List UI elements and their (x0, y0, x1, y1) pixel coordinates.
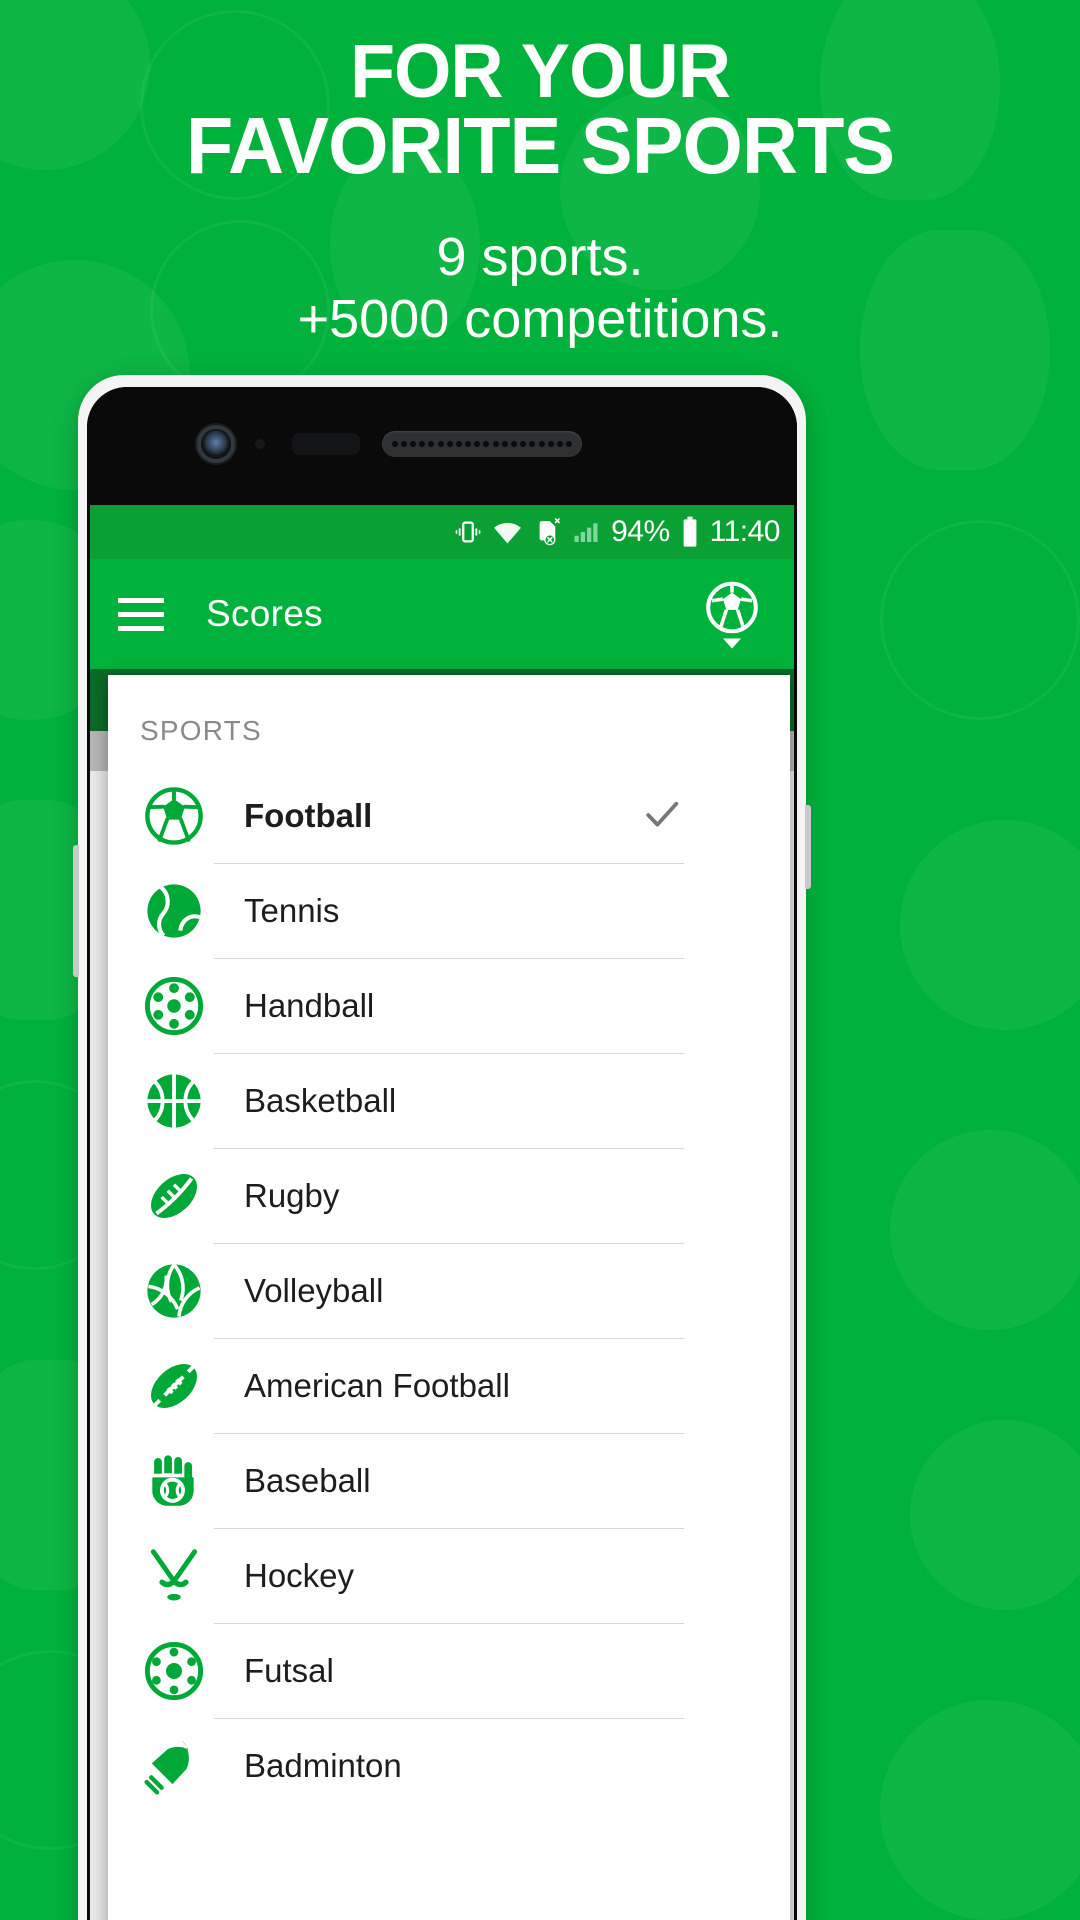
tennis-ball-icon (140, 877, 208, 945)
sport-label: Volleyball (244, 1272, 384, 1309)
status-bar-clock: 11:40 (709, 515, 781, 548)
promo-subtitle-line2: +5000 competitions. (297, 289, 783, 350)
basketball-icon (140, 1067, 208, 1135)
promo-headline: FOR YOUR FAVORITE SPORTS (16, 0, 1064, 191)
vibrate-icon (453, 517, 483, 547)
sports-list: Football Tennis Handball Basketball Rugby Vol… (108, 769, 790, 1813)
promo-headline-line1: FOR YOUR (350, 29, 731, 114)
front-camera-icon (201, 429, 231, 459)
promo-subtitle-line1: 9 sports. (436, 227, 644, 288)
sim-card-error-icon (532, 517, 563, 548)
status-bar: 94% 11:40 (90, 505, 794, 559)
sport-label: Futsal (244, 1652, 334, 1689)
sport-label: Rugby (244, 1177, 340, 1214)
soccer-ball-icon (706, 581, 758, 634)
volleyball-icon (140, 1257, 208, 1325)
phone-bezel: 94% 11:40 Scores SPORTS Football Tennis … (87, 387, 797, 1920)
earpiece-speaker-icon (382, 431, 582, 457)
sheet-caret-icon (678, 675, 712, 676)
promo-subtitle: 9 sports. +5000 competitions. (0, 184, 1080, 350)
wifi-icon (492, 517, 523, 548)
light-sensor-icon (292, 433, 360, 455)
sport-list-item-baseball[interactable]: Baseball (108, 1434, 790, 1528)
bg-ball (900, 820, 1080, 1030)
sport-list-item-american-football[interactable]: American Football (108, 1339, 790, 1433)
sport-list-item-rugby[interactable]: Rugby (108, 1149, 790, 1243)
chevron-down-icon (723, 638, 741, 649)
shuttlecock-icon (140, 1732, 208, 1800)
battery-full-icon (679, 516, 701, 548)
power-button[interactable] (805, 805, 811, 889)
hamburger-menu-icon[interactable] (118, 597, 164, 631)
sport-list-item-handball[interactable]: Handball (108, 959, 790, 1053)
sport-label: Baseball (244, 1462, 371, 1499)
sport-label: Basketball (244, 1082, 397, 1119)
bg-ball (890, 1130, 1080, 1330)
sports-dropdown-sheet: SPORTS Football Tennis Handball Basketball R… (108, 675, 790, 1920)
sport-label: Badminton (244, 1747, 402, 1784)
promo-text-block: FOR YOUR FAVORITE SPORTS 9 sports. +5000… (0, 0, 1080, 350)
bg-ball (880, 1700, 1080, 1920)
battery-percent-label: 94% (611, 515, 670, 548)
sport-list-item-volleyball[interactable]: Volleyball (108, 1244, 790, 1338)
sport-label: Football (244, 797, 373, 834)
sport-label: Hockey (244, 1557, 355, 1594)
sport-list-item-hockey[interactable]: Hockey (108, 1529, 790, 1623)
page-title: Scores (206, 593, 323, 634)
rugby-ball-icon (140, 1162, 208, 1230)
sport-label: Tennis (244, 892, 340, 929)
bg-ball (880, 520, 1080, 720)
sport-list-item-tennis[interactable]: Tennis (108, 864, 790, 958)
bg-ball (910, 1420, 1080, 1610)
phone-top-bezel (87, 387, 797, 505)
checkmark-icon (640, 792, 684, 841)
proximity-sensor-icon (255, 439, 265, 449)
cellular-signal-icon (572, 517, 602, 547)
handball-icon (140, 972, 208, 1040)
american-football-icon (140, 1352, 208, 1420)
sport-list-item-football[interactable]: Football (108, 769, 790, 863)
futsal-ball-icon (140, 1637, 208, 1705)
sport-list-item-badminton[interactable]: Badminton (108, 1719, 790, 1813)
sport-selector-button[interactable] (704, 580, 760, 649)
volume-button[interactable] (73, 845, 79, 977)
hockey-sticks-icon (140, 1542, 208, 1610)
sport-list-item-basketball[interactable]: Basketball (108, 1054, 790, 1148)
sport-label: Handball (244, 987, 375, 1024)
soccer-ball-icon (140, 782, 208, 850)
phone-screen: 94% 11:40 Scores SPORTS Football Tennis … (90, 505, 794, 1920)
promo-headline-line2: FAVORITE SPORTS (185, 101, 895, 191)
sport-label: American Football (244, 1367, 510, 1404)
phone-mockup: 94% 11:40 Scores SPORTS Football Tennis … (73, 375, 811, 1920)
app-bar: Scores (90, 559, 794, 669)
baseball-glove-icon (140, 1447, 208, 1515)
sport-list-item-futsal[interactable]: Futsal (108, 1624, 790, 1718)
sheet-header-label: SPORTS (140, 715, 262, 746)
